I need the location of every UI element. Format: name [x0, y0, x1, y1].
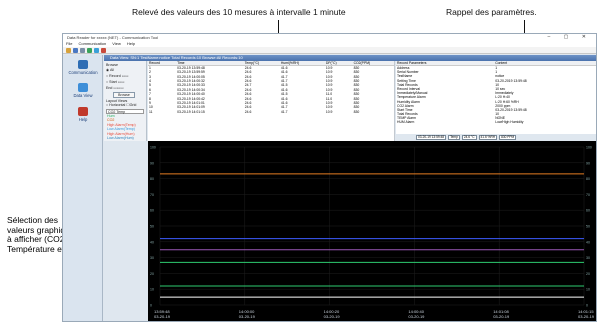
table-cell: 11	[149, 109, 153, 114]
y-tick-left: 100	[150, 146, 156, 150]
param-cell: HUM Alarm	[397, 120, 415, 125]
end-label: End	[106, 86, 113, 90]
menu-file[interactable]: File	[66, 41, 72, 47]
y-axis-select[interactable]: Temp	[448, 134, 460, 140]
x-tick-date: 03-20-19	[578, 314, 595, 319]
params-table: Record Parameters Content Address 1 Serial…	[396, 61, 596, 134]
series-label: Low Alarm(Temp)	[107, 127, 135, 131]
app-body: Communication Data View Help Data View: …	[63, 55, 596, 321]
series-label: High Alarm(Temp)	[107, 122, 136, 127]
menu-communication[interactable]: Communication	[78, 41, 106, 47]
series-item[interactable]: Low Alarm(Hum)	[106, 136, 144, 141]
y-tick-left: 30	[150, 256, 154, 260]
y-tick-left: 40	[150, 240, 154, 244]
y-tick-right: 50	[586, 225, 590, 229]
radio-all-label: All	[109, 68, 114, 72]
communication-icon	[78, 60, 88, 69]
open-icon[interactable]	[66, 47, 71, 53]
y-tick-right: 70	[586, 193, 590, 197]
left-nav: Communication Data View Help	[63, 55, 103, 321]
graph-toolbar: 03-20-19 13:59:48 Temp 24.6 °C 41.6 %RH …	[396, 134, 596, 140]
table-row[interactable]: 11 03-20-19 14:01:15 24.6 41.7 10.9 830	[148, 110, 394, 114]
y-tick-right: 90	[586, 161, 590, 165]
browse-panel: Browse ◉ All ○ Record ▭▭ ○ Start ▭▭ End …	[104, 61, 147, 141]
menu-view[interactable]: View	[112, 41, 121, 47]
table-cell: 03-20-19 14:01:15	[177, 109, 205, 114]
chart-area[interactable]: 100 90 80 70 60 50 40 30 20 10 0 100 90 80 70 60 50 40 30 2…	[148, 141, 596, 321]
y-tick-right: 0	[586, 304, 588, 308]
window-title: Data Reader for xxxxx (NET) - Communicat…	[67, 35, 159, 40]
radio-horizontal[interactable]: ○ Horizontal ☐Grid	[106, 103, 136, 107]
nav-label: Communication	[68, 70, 98, 75]
line-chart[interactable]: 1009080706050403020100100908070605040302…	[148, 141, 597, 322]
refresh-icon[interactable]	[94, 47, 99, 53]
nav-communication[interactable]: Communication	[63, 60, 103, 75]
table-cell: 24.6	[244, 109, 252, 114]
nav-label: Help	[78, 117, 88, 122]
y-tick-left: 70	[150, 193, 154, 197]
radio-all[interactable]: ◉ All	[106, 68, 114, 72]
y-tick-left: 50	[150, 225, 154, 229]
y-tick-left: 90	[150, 161, 154, 165]
annotation-records: Relevé des valeurs des 10 mesures à inte…	[132, 7, 346, 17]
y-tick-right: 20	[586, 272, 590, 276]
x-tick-date: 03-20-19	[324, 314, 341, 319]
hum-readout: 41.6 %RH	[478, 134, 498, 140]
grid-label: Grid	[129, 103, 137, 107]
y-tick-right: 80	[586, 177, 590, 181]
x-tick-date: 03-20-19	[239, 314, 256, 319]
browse-label: Browse	[106, 63, 118, 67]
series-label: High Alarm(Hum)	[107, 131, 135, 136]
y-tick-left: 0	[150, 304, 152, 308]
radio-horizontal-label: Horizontal	[109, 103, 126, 107]
table-cell: 41.7	[280, 109, 288, 114]
data-view-icon	[78, 83, 88, 92]
toolbar	[63, 47, 596, 54]
table-cell: 830	[353, 109, 360, 114]
save-icon[interactable]	[73, 47, 78, 53]
main-area: Data View: SN:1 TestName:notice Total Re…	[104, 55, 596, 321]
param-row: HUM Alarm Low/High Humidity	[396, 120, 596, 124]
x-tick-date: 03-20-19	[493, 314, 510, 319]
y-tick-left: 60	[150, 209, 154, 213]
y-tick-left: 80	[150, 177, 154, 181]
x-tick-date: 03-20-19	[408, 314, 425, 319]
series-label: Hum	[107, 113, 115, 118]
radio-start-label: Start	[109, 80, 117, 84]
window-controls[interactable]: – ▢ ✕	[548, 34, 592, 41]
help-icon[interactable]	[101, 47, 106, 53]
y-tick-left: 20	[150, 272, 154, 276]
time-cursor-field[interactable]: 03-20-19 13:59:48	[416, 134, 447, 140]
table-cell: 10.9	[325, 109, 333, 114]
y-tick-right: 60	[586, 209, 590, 213]
co2-readout: 830 PPM	[499, 134, 517, 140]
series-list: CO2 Temp Hum CO2 High Alarm(Temp) Low Al…	[106, 109, 144, 141]
print-icon[interactable]	[80, 47, 85, 53]
end-field[interactable]: End ▭▭▭	[106, 86, 124, 90]
annotation-params: Rappel des paramètres.	[446, 7, 537, 17]
series-label: CO2	[107, 118, 115, 122]
nav-help[interactable]: Help	[63, 107, 103, 122]
radio-start[interactable]: ○ Start ▭▭	[106, 80, 125, 84]
y-tick-right: 10	[586, 288, 590, 292]
y-tick-left: 10	[150, 288, 154, 292]
y-tick-right: 30	[586, 256, 590, 260]
nav-label: Data View	[73, 93, 93, 98]
browse-button[interactable]: Browse	[113, 92, 135, 98]
export-icon[interactable]	[87, 47, 92, 53]
y-tick-right: 100	[586, 146, 592, 150]
series-label: Low Alarm(Hum)	[107, 136, 134, 140]
radio-record-label: Record	[109, 74, 121, 78]
y-tick-right: 40	[586, 240, 590, 244]
radio-record[interactable]: ○ Record ▭▭	[106, 74, 129, 78]
title-bar: Data Reader for xxxxx (NET) - Communicat…	[63, 34, 596, 41]
temp-readout: 24.6 °C	[461, 134, 477, 140]
help-nav-icon	[78, 107, 88, 116]
menu-help[interactable]: Help	[127, 41, 135, 47]
nav-data-view[interactable]: Data View	[63, 83, 103, 98]
param-cell: Low/High Humidity	[495, 120, 524, 125]
app-window: Data Reader for xxxxx (NET) - Communicat…	[62, 33, 597, 322]
records-table: Record Time Temp(°C) Humi(%RH) DP(°C) CO…	[148, 61, 395, 141]
x-tick-date: 03-20-19	[154, 314, 171, 319]
